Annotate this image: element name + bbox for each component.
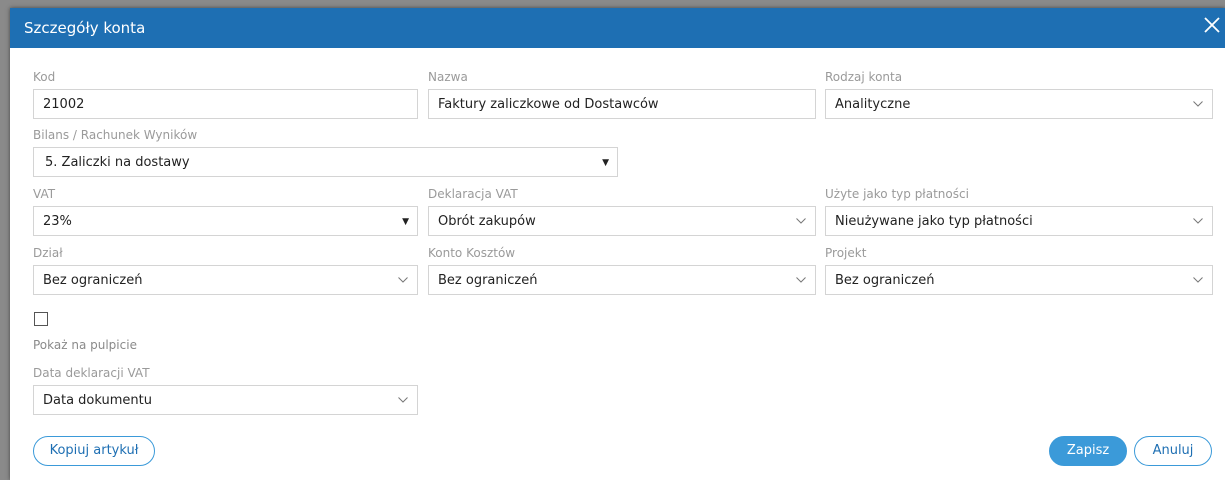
projekt-select[interactable]: Bez ograniczeń xyxy=(825,265,1213,295)
rodzaj-konta-label: Rodzaj konta xyxy=(825,70,903,84)
typ-platnosci-select[interactable]: Nieużywane jako typ płatności xyxy=(825,206,1213,236)
typ-platnosci-label: Użyte jako typ płatności xyxy=(825,187,969,201)
projekt-label: Projekt xyxy=(825,246,867,260)
chevron-down-icon xyxy=(1193,218,1203,224)
typ-platnosci-value: Nieużywane jako typ płatności xyxy=(835,214,1033,229)
bilans-value: 5. Zaliczki na dostawy xyxy=(45,155,190,170)
data-deklaracji-select[interactable]: Data dokumentu xyxy=(33,385,418,415)
bilans-label: Bilans / Rachunek Wyników xyxy=(33,128,198,142)
chevron-down-icon xyxy=(398,397,408,403)
cancel-button[interactable]: Anuluj xyxy=(1134,436,1212,466)
konto-kosztow-value: Bez ograniczeń xyxy=(438,273,538,288)
rodzaj-konta-select[interactable]: Analityczne xyxy=(825,89,1213,119)
bilans-select[interactable]: 5. Zaliczki na dostawy ▼ xyxy=(33,147,618,177)
data-deklaracji-label: Data deklaracji VAT xyxy=(33,366,150,380)
dzial-label: Dział xyxy=(33,246,63,260)
kod-input[interactable]: 21002 xyxy=(33,89,418,119)
close-icon[interactable] xyxy=(1201,16,1223,38)
nazwa-value: Faktury zaliczkowe od Dostawców xyxy=(438,97,659,112)
kod-value: 21002 xyxy=(43,97,85,112)
account-details-dialog: Szczegóły konta Kod 21002 Nazwa Faktury … xyxy=(10,8,1225,480)
show-on-dashboard-label: Pokaż na pulpicie xyxy=(33,338,137,352)
vat-value: 23% xyxy=(43,214,72,229)
copy-article-button[interactable]: Kopiuj artykuł xyxy=(33,436,155,466)
dzial-select[interactable]: Bez ograniczeń xyxy=(33,265,418,295)
kod-label: Kod xyxy=(33,70,56,84)
dialog-titlebar: Szczegóły konta xyxy=(10,8,1225,48)
deklaracja-vat-label: Deklaracja VAT xyxy=(428,187,518,201)
chevron-down-icon xyxy=(1193,101,1203,107)
vat-select[interactable]: 23% ▼ xyxy=(33,206,418,236)
konto-kosztow-select[interactable]: Bez ograniczeń xyxy=(428,265,816,295)
rodzaj-konta-value: Analityczne xyxy=(835,97,911,112)
show-on-dashboard-checkbox[interactable] xyxy=(34,312,48,326)
chevron-down-icon xyxy=(796,218,806,224)
save-button[interactable]: Zapisz xyxy=(1049,436,1127,466)
caret-down-icon: ▼ xyxy=(402,217,409,227)
deklaracja-vat-select[interactable]: Obrót zakupów xyxy=(428,206,816,236)
nazwa-input[interactable]: Faktury zaliczkowe od Dostawców xyxy=(428,89,816,119)
chevron-down-icon xyxy=(796,277,806,283)
nazwa-label: Nazwa xyxy=(428,70,468,84)
dialog-title: Szczegóły konta xyxy=(24,19,146,37)
chevron-down-icon xyxy=(398,277,408,283)
dzial-value: Bez ograniczeń xyxy=(43,273,143,288)
konto-kosztow-label: Konto Kosztów xyxy=(428,246,516,260)
deklaracja-vat-value: Obrót zakupów xyxy=(438,214,536,229)
chevron-down-icon xyxy=(1193,277,1203,283)
vat-label: VAT xyxy=(33,187,56,201)
projekt-value: Bez ograniczeń xyxy=(835,273,935,288)
data-deklaracji-value: Data dokumentu xyxy=(43,393,152,408)
caret-down-icon: ▼ xyxy=(602,158,609,168)
